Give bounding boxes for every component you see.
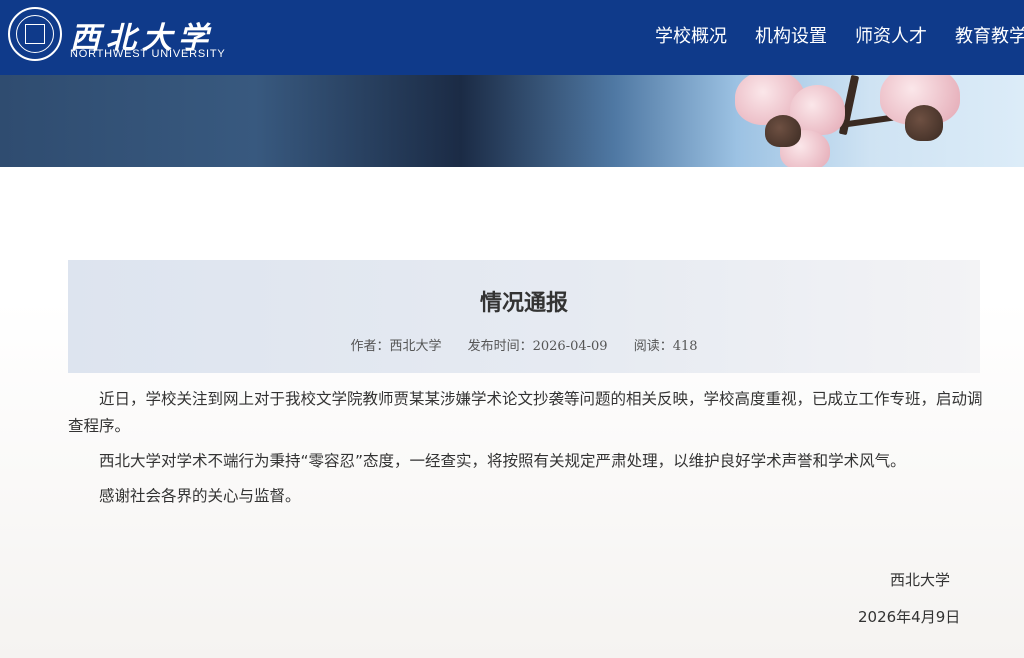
header-banner-image [0, 75, 1024, 167]
nav-item-education[interactable]: 教育教学 [955, 22, 1024, 48]
article-views: 阅读：418 [633, 339, 698, 354]
article-signature: 西北大学 2026年4月9日 [855, 569, 995, 643]
nav-item-overview[interactable]: 学校概况 [655, 22, 727, 48]
main-nav: 学校概况 机构设置 师资人才 教育教学 [655, 22, 1024, 48]
university-seal-logo[interactable] [8, 7, 62, 61]
article-body: 近日，学校关注到网上对于我校文学院教师贾某某涉嫌学术论文抄袭等问题的相关反映，学… [68, 386, 993, 518]
seal-core [25, 24, 45, 44]
seal-inner-ring [16, 15, 54, 53]
nav-item-faculty[interactable]: 师资人才 [855, 22, 927, 48]
article-paragraph: 西北大学对学术不端行为秉持“零容忍”态度，一经查实，将按照有关规定严肃处理，以维… [99, 452, 906, 470]
article-paragraph: 感谢社会各界的关心与监督。 [99, 487, 301, 505]
logo-english-name[interactable]: NORTHWEST UNIVERSITY [70, 48, 226, 60]
article-author: 作者：西北大学 [350, 339, 442, 354]
banner-bud [765, 115, 801, 147]
article-publish-time: 发布时间：2026-04-09 [467, 339, 608, 354]
signature-date: 2026年4月9日 [858, 608, 961, 626]
article-header: 情况通报 作者：西北大学 发布时间：2026-04-09 阅读：418 [68, 260, 980, 373]
banner-bud [905, 105, 943, 141]
article-paragraph: 近日，学校关注到网上对于我校文学院教师贾某某涉嫌学术论文抄袭等问题的相关反映，学… [68, 390, 983, 435]
signature-organization: 西北大学 [890, 571, 951, 589]
article-meta: 作者：西北大学 发布时间：2026-04-09 阅读：418 [68, 335, 980, 354]
nav-item-organization[interactable]: 机构设置 [755, 22, 827, 48]
article-title: 情况通报 [479, 291, 568, 316]
site-header: 西北大学 NORTHWEST UNIVERSITY 学校概况 机构设置 师资人才… [0, 0, 1024, 75]
